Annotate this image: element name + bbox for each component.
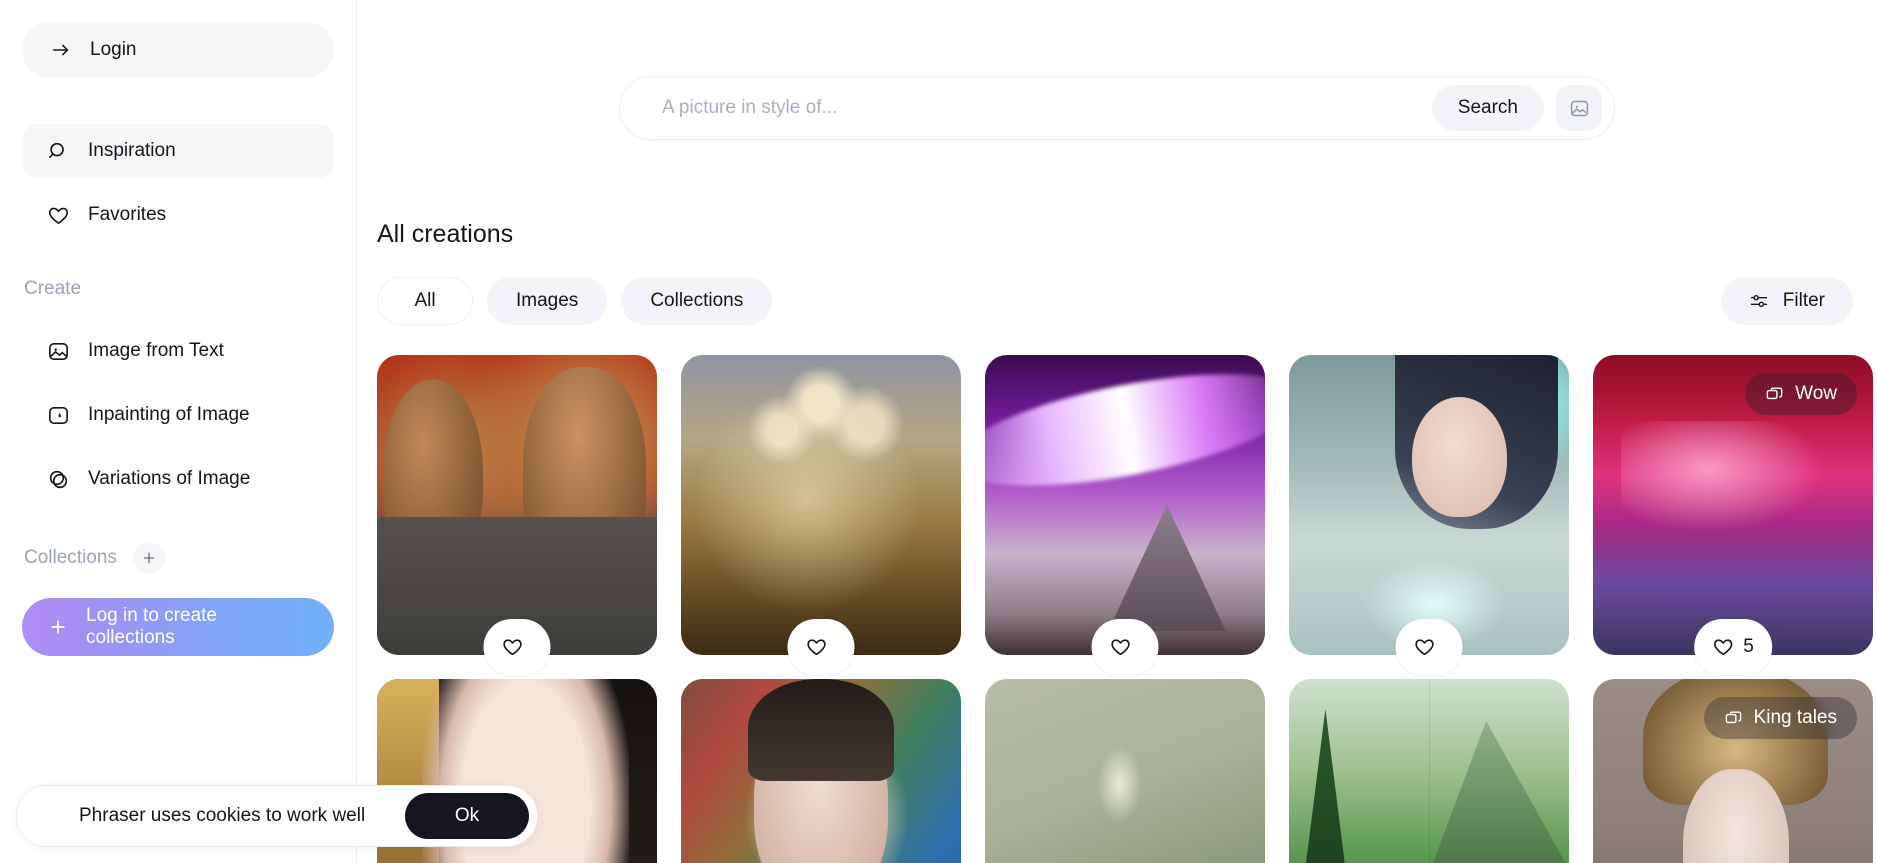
login-to-create-collections-button[interactable]: Log in to create collections [22, 598, 334, 656]
filter-label: Filter [1782, 290, 1825, 311]
heart-icon [1414, 636, 1436, 658]
search-input[interactable] [662, 97, 1432, 119]
artwork [377, 355, 657, 655]
badge-label: Wow [1795, 383, 1837, 404]
sidebar-item-inpainting-of-image[interactable]: Inpainting of Image [22, 388, 334, 442]
creation-card[interactable] [1289, 679, 1569, 863]
artwork [985, 679, 1265, 863]
search-by-image-icon[interactable] [1556, 85, 1602, 131]
tab-collections[interactable]: Collections [621, 277, 773, 325]
artwork [1289, 355, 1569, 655]
login-collections-label: Log in to create collections [86, 605, 217, 648]
artwork [681, 679, 961, 863]
plus-icon [48, 617, 68, 637]
creation-image[interactable] [1289, 355, 1569, 655]
collection-icon [1724, 709, 1743, 728]
artwork [985, 355, 1265, 655]
sidebar-item-label: Inspiration [88, 140, 176, 161]
heart-icon [46, 203, 70, 227]
sidebar-item-variations-of-image[interactable]: Variations of Image [22, 452, 334, 506]
search-bar: Search [619, 76, 1615, 140]
create-label-text: Create [24, 278, 82, 299]
heart-icon [1110, 636, 1132, 658]
creation-card[interactable] [377, 355, 657, 675]
sidebar-item-label: Favorites [88, 204, 167, 225]
page-title: All creations [377, 220, 514, 248]
cookie-ok-button[interactable]: Ok [405, 793, 529, 839]
creation-image[interactable] [681, 679, 961, 863]
cookie-text: Phraser uses cookies to work well [79, 805, 366, 826]
sidebar-item-image-from-text[interactable]: Image from Text [22, 324, 334, 378]
creation-image[interactable] [985, 679, 1265, 863]
creations-section: All creations All Images Collections Fil… [357, 220, 1877, 863]
collection-icon [1765, 385, 1784, 404]
creation-card[interactable] [681, 355, 961, 675]
tab-all[interactable]: All [377, 277, 473, 325]
create-section-label: Create [22, 278, 334, 300]
like-button[interactable] [1091, 619, 1159, 675]
like-button[interactable] [1395, 619, 1463, 675]
app-root: Login Inspiration Favorites Create Image… [0, 0, 1877, 863]
artwork [1289, 679, 1569, 863]
sidebar-item-label: Variations of Image [88, 468, 251, 489]
sidebar-item-favorites[interactable]: Favorites [22, 188, 334, 242]
badge-label: King tales [1753, 707, 1837, 728]
sidebar: Login Inspiration Favorites Create Image… [0, 0, 357, 863]
creations-toolbar: All Images Collections Filter [377, 277, 1877, 325]
tab-images[interactable]: Images [487, 277, 608, 325]
cookie-banner: Phraser uses cookies to work well Ok [16, 785, 538, 847]
variations-icon [46, 467, 70, 491]
sidebar-item-label: Image from Text [88, 340, 224, 361]
creation-card[interactable] [985, 355, 1265, 675]
heart-icon [806, 636, 828, 658]
heart-icon [502, 636, 524, 658]
create-list: Image from Text Inpainting of Image Vari… [22, 324, 334, 506]
creation-image[interactable] [985, 355, 1265, 655]
like-count: 5 [1743, 636, 1754, 657]
like-button[interactable] [787, 619, 855, 675]
like-button[interactable] [483, 619, 551, 675]
creation-card[interactable]: Wow 5 [1593, 355, 1873, 675]
artwork [681, 355, 961, 655]
collection-badge[interactable]: King tales [1703, 697, 1857, 739]
filter-button[interactable]: Filter [1720, 277, 1853, 325]
search-icon [46, 139, 70, 163]
image-icon [46, 339, 70, 363]
creation-image[interactable] [1289, 679, 1569, 863]
creation-card[interactable] [681, 679, 961, 863]
collection-badge[interactable]: Wow [1745, 373, 1857, 415]
sidebar-item-label: Inpainting of Image [88, 404, 250, 425]
collections-label-text: Collections [24, 547, 117, 568]
creation-card[interactable] [1289, 355, 1569, 675]
heart-icon [1712, 636, 1734, 658]
creation-image[interactable] [377, 355, 657, 655]
tab-list: All Images Collections [377, 277, 773, 325]
creation-image[interactable] [681, 355, 961, 655]
login-label: Login [90, 39, 137, 60]
creation-card[interactable]: King tales [1593, 679, 1873, 863]
inpainting-icon [46, 403, 70, 427]
creations-grid: Wow 5 King tales [377, 355, 1877, 863]
collections-section-label: Collections [22, 542, 334, 574]
like-button[interactable]: 5 [1694, 619, 1772, 675]
creation-card[interactable] [985, 679, 1265, 863]
sliders-icon [1749, 291, 1769, 311]
login-button[interactable]: Login [22, 22, 334, 78]
main-content: Search All creations All Images Collecti… [357, 0, 1877, 863]
search-button[interactable]: Search [1431, 85, 1544, 131]
sidebar-item-inspiration[interactable]: Inspiration [22, 124, 334, 178]
plus-icon[interactable] [132, 542, 165, 574]
arrow-right-icon [50, 39, 72, 61]
